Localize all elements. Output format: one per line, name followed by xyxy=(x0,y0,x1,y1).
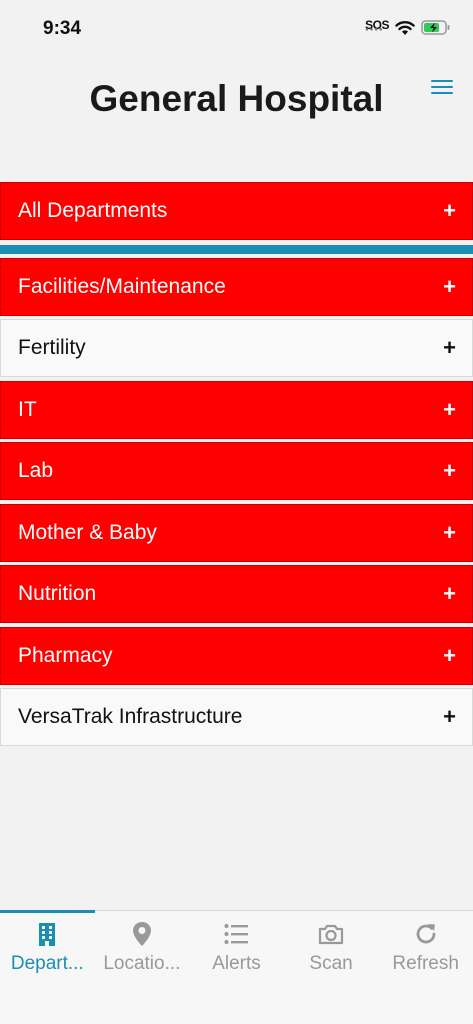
department-row-pharmacy[interactable]: Pharmacy + xyxy=(0,627,473,685)
tab-scan[interactable]: Scan xyxy=(284,911,379,1024)
department-label: Facilities/Maintenance xyxy=(18,275,226,298)
expand-plus-icon[interactable]: + xyxy=(443,645,456,667)
department-label: All Departments xyxy=(18,199,168,222)
tab-label: Alerts xyxy=(212,953,261,974)
expand-plus-icon[interactable]: + xyxy=(443,200,456,222)
expand-plus-icon[interactable]: + xyxy=(443,337,456,359)
department-label: Fertility xyxy=(18,336,86,359)
department-label: Nutrition xyxy=(18,582,97,605)
refresh-icon xyxy=(416,924,436,944)
wifi-icon xyxy=(395,20,415,35)
camera-icon xyxy=(318,924,344,945)
expand-plus-icon[interactable]: + xyxy=(443,706,456,728)
menu-line xyxy=(431,92,453,94)
tab-label: Depart... xyxy=(10,953,84,974)
tab-label: Scan xyxy=(309,953,353,974)
expand-plus-icon[interactable]: + xyxy=(443,583,456,605)
tab-alerts[interactable]: Alerts xyxy=(189,911,284,1024)
menu-line xyxy=(431,80,453,82)
tab-refresh[interactable]: Refresh xyxy=(378,911,473,1024)
department-label: IT xyxy=(18,398,37,421)
menu-line xyxy=(431,86,453,88)
page-title: General Hospital xyxy=(89,78,384,119)
department-row-versatrak[interactable]: VersaTrak Infrastructure + xyxy=(0,688,473,746)
expand-plus-icon[interactable]: + xyxy=(443,522,456,544)
tab-label: Locatio... xyxy=(103,953,181,974)
tab-label: Refresh xyxy=(392,953,459,974)
battery-charging-icon xyxy=(421,20,450,35)
status-bar: 9:34 SOS ●●●● xyxy=(0,0,473,60)
expand-plus-icon[interactable]: + xyxy=(443,399,456,421)
expand-plus-icon[interactable]: + xyxy=(443,276,456,298)
department-label: Pharmacy xyxy=(18,644,113,667)
section-divider xyxy=(0,245,473,254)
tab-locations[interactable]: Locatio... xyxy=(95,911,190,1024)
app-header: General Hospital xyxy=(0,60,473,140)
department-row-it[interactable]: IT + xyxy=(0,381,473,439)
list-icon xyxy=(224,924,249,944)
department-row-fertility[interactable]: Fertility + xyxy=(0,319,473,377)
department-row-facilities[interactable]: Facilities/Maintenance + xyxy=(0,258,473,316)
department-row-lab[interactable]: Lab + xyxy=(0,442,473,500)
sos-indicator: SOS ●●●● xyxy=(365,19,389,36)
department-label: Mother & Baby xyxy=(18,521,157,544)
signal-dots-icon: ●●●● xyxy=(365,27,384,33)
bottom-tab-bar: Depart... Locatio... Alerts Scan Refresh xyxy=(0,910,473,1024)
department-label: VersaTrak Infrastructure xyxy=(18,705,243,728)
department-row-mother-baby[interactable]: Mother & Baby + xyxy=(0,504,473,562)
location-pin-icon xyxy=(132,922,151,946)
building-icon xyxy=(39,923,56,946)
expand-plus-icon[interactable]: + xyxy=(443,460,456,482)
department-label: Lab xyxy=(18,459,54,482)
department-row-all[interactable]: All Departments + xyxy=(0,182,473,240)
department-row-nutrition[interactable]: Nutrition + xyxy=(0,565,473,623)
status-time: 9:34 xyxy=(43,18,82,39)
tab-departments[interactable]: Depart... xyxy=(0,910,95,1024)
status-indicators: SOS ●●●● xyxy=(365,19,451,36)
hamburger-menu-icon[interactable] xyxy=(431,78,453,96)
